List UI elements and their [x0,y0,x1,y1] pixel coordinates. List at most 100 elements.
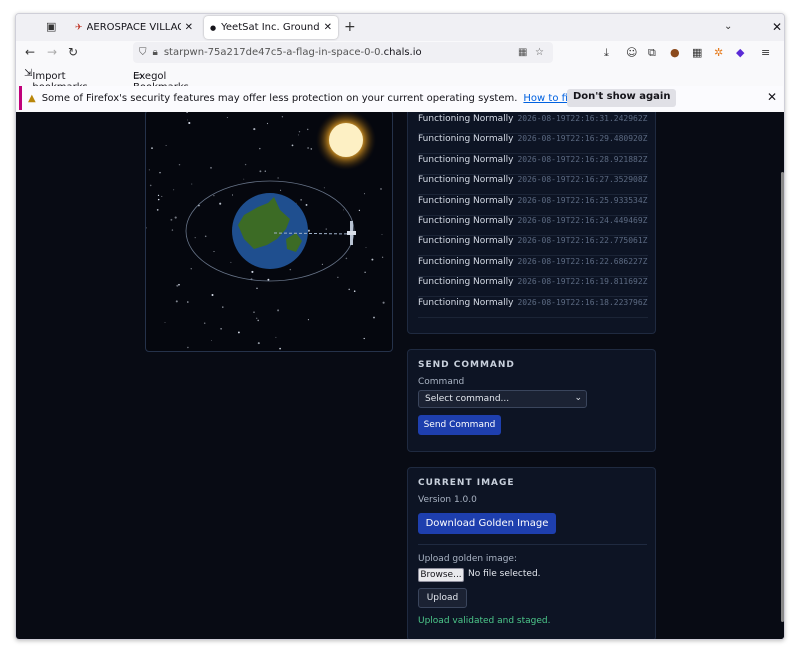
cookie-extension-icon[interactable]: ● [670,46,680,59]
tab-collection-icon[interactable]: ▣ [46,20,56,33]
star [257,319,260,322]
log-status: Functioning Normally [418,277,514,288]
orbit-scene [146,112,385,350]
upload-status: Upload validated and staged. [418,616,551,626]
downloads-icon[interactable]: ⤓ [604,46,609,60]
bookmarks-toolbar: ⇲ Import bookmarks... ▭ Exegol Bookmarks [16,65,784,93]
log-row: Functioning Normally 2026-08-19T22:16:22.… [418,236,648,257]
log-status: Functioning Normally [418,216,514,226]
star [363,337,365,340]
page-content: Functioning Normally 2026-08-19T22:16:31.… [16,112,784,639]
tab-close-icon[interactable]: ✕ [324,22,332,33]
sun [329,123,363,157]
star [358,209,361,212]
star [146,227,147,229]
tab-title: AEROSPACE VILLAGE S [86,22,181,33]
send-command-title: SEND COMMAND [418,360,515,370]
download-golden-image-button[interactable]: Download Golden Image [418,513,556,534]
star [211,294,214,296]
shield-icon[interactable]: ⛉ [139,47,147,58]
star [175,300,178,303]
star [170,218,173,221]
back-icon[interactable]: ← [25,45,35,59]
star [165,145,167,146]
scrollbar-thumb[interactable] [781,172,784,622]
image-version: Version 1.0.0 [418,495,477,505]
star [149,184,152,187]
star [259,170,262,173]
log-status: Functioning Normally [418,114,514,124]
import-bookmarks-link[interactable]: ⇲ Import bookmarks... [24,68,97,93]
star [161,195,163,197]
star [291,144,294,147]
log-timestamp: 2026-08-19T22:16:25.933534Z [517,195,648,205]
reload-icon[interactable]: ↻ [68,45,78,59]
log-timestamp: 2026-08-19T22:16:29.480920Z [517,134,648,144]
send-command-button[interactable]: Send Command [418,415,501,435]
star [188,121,191,125]
new-tab-icon[interactable]: + [344,19,356,35]
bookmark-star-icon[interactable]: ☆ [535,47,544,58]
star [210,166,212,169]
star [365,246,367,248]
extensions-grid-icon[interactable]: ▦ [518,47,527,58]
log-status: Functioning Normally [418,297,514,308]
star [345,257,348,260]
tab-close-icon[interactable]: ✕ [185,22,193,33]
star [373,316,375,319]
log-timestamp: 2026-08-19T22:16:22.686227Z [517,256,648,266]
star [194,236,196,239]
star [213,194,215,197]
star [323,187,325,189]
star [164,322,166,323]
chevron-down-icon: ⌄ [574,393,582,403]
star [364,271,366,273]
star [259,147,261,150]
star [253,128,256,131]
extension-puzzle-icon[interactable]: ⧉ [648,46,656,60]
url-bar[interactable]: ⛉ 🔒︎ starpwn-75a217de47c5-a-flag-in-spac… [133,42,553,63]
lock-icon[interactable]: 🔒︎ [153,47,158,58]
star [321,263,323,265]
forward-icon[interactable]: → [47,45,57,59]
star [371,258,374,261]
star [277,177,279,179]
apps-grid-icon[interactable]: ▦ [692,46,702,59]
star [275,336,277,338]
log-timestamp: 2026-08-19T22:16:19.811692Z [517,277,648,287]
tab-strip: ▣ ✈ AEROSPACE VILLAGE S ✕ ● YeetSat Inc.… [16,14,784,41]
extension-diamond-icon[interactable]: ◆ [736,46,744,59]
tab-favicon-icon: ● [210,23,217,32]
security-notification: ▲ Some of Firefox's security features ma… [19,86,783,110]
star [230,261,232,263]
star [266,122,269,125]
browser-window: ▣ ✈ AEROSPACE VILLAGE S ✕ ● YeetSat Inc.… [15,13,785,640]
log-row: Functioning Normally 2026-08-19T22:16:24.… [418,216,648,236]
navigation-bar: ← → ↻ ⛉ 🔒︎ starpwn-75a217de47c5-a-flag-i… [16,41,784,65]
tab-aerospace-village[interactable]: ✈ AEROSPACE VILLAGE S ✕ [69,16,199,39]
send-command-panel: SEND COMMAND Command Select command... ⌄… [407,349,656,452]
command-label: Command [418,377,465,387]
star [300,199,302,201]
star [171,229,174,231]
extension-icon[interactable]: ✲ [714,46,723,59]
log-row: Functioning Normally 2026-08-19T22:16:29.… [418,134,648,155]
notification-close-icon[interactable]: ✕ [767,90,777,104]
star [381,234,383,235]
browse-file-button[interactable]: Browse... [418,568,464,582]
satellite-body [347,231,356,235]
menu-icon[interactable]: ≡ [761,46,770,59]
tab-yeetsat[interactable]: ● YeetSat Inc. Ground St ✕ [204,16,338,39]
star [157,194,160,197]
upload-button[interactable]: Upload [418,588,467,608]
log-status: Functioning Normally [418,195,514,206]
window-close-icon[interactable]: ✕ [772,20,782,34]
account-icon[interactable]: ☺ [626,46,637,59]
star [257,342,260,345]
star [156,209,159,211]
star [222,306,224,308]
list-tabs-chevron-icon[interactable]: ⌄ [724,21,732,32]
command-select[interactable]: Select command... ⌄ [418,390,587,408]
dont-show-again-button[interactable]: Don't show again [567,89,677,107]
log-status: Functioning Normally [418,236,514,247]
